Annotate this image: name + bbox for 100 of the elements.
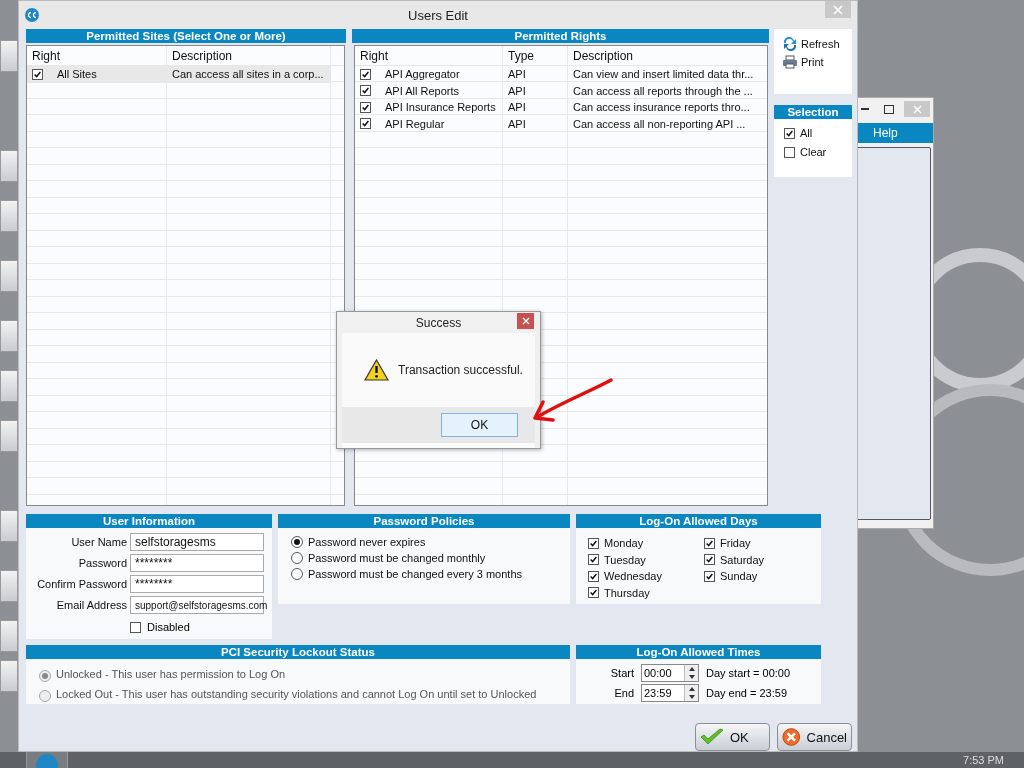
field-label: User Name bbox=[70, 536, 127, 548]
column-header[interactable]: Type bbox=[508, 48, 534, 63]
table-cell: Can access all sites in a corp... bbox=[172, 68, 324, 81]
close-icon bbox=[912, 104, 922, 114]
panel-header: Permitted Sites (Select One or More) bbox=[86, 29, 286, 43]
panel-header: Log-On Allowed Times bbox=[636, 645, 761, 659]
checkbox[interactable] bbox=[704, 537, 715, 549]
spin-down-icon[interactable] bbox=[688, 675, 695, 679]
radio-button[interactable] bbox=[291, 536, 303, 548]
printer-icon bbox=[782, 55, 798, 69]
radio-button[interactable] bbox=[291, 568, 303, 580]
dialog-message: Transaction successful. bbox=[398, 363, 523, 377]
spin-down-icon[interactable] bbox=[688, 695, 695, 699]
checkbox-label: Wednesday bbox=[604, 570, 662, 583]
checkbox[interactable] bbox=[784, 146, 795, 158]
checkbox[interactable] bbox=[784, 127, 795, 139]
close-icon bbox=[833, 4, 843, 15]
checkbox[interactable] bbox=[130, 621, 141, 633]
panel-header: Log-On Allowed Days bbox=[639, 514, 758, 528]
toolbar-button[interactable]: Refresh bbox=[782, 37, 840, 51]
maximize-icon bbox=[884, 104, 894, 114]
panel-header: Permitted Rights bbox=[514, 29, 607, 43]
warning-icon bbox=[364, 359, 389, 381]
table-cell: API bbox=[508, 101, 526, 114]
column-header[interactable]: Right bbox=[360, 48, 388, 63]
checkbox-label: Tuesday bbox=[604, 553, 646, 566]
field-label: Password bbox=[77, 557, 127, 569]
time-spinner[interactable]: 23:59 bbox=[641, 684, 699, 702]
input-field[interactable]: selfstoragesms bbox=[130, 533, 264, 551]
field-label: Email Address bbox=[55, 599, 127, 611]
checkbox-label: Clear bbox=[800, 146, 827, 158]
radio-label: Unlocked - This user has permission to Log On bbox=[56, 668, 286, 680]
checkbox[interactable] bbox=[588, 537, 599, 549]
table-cell: API Aggregator bbox=[385, 68, 460, 81]
row-checkbox[interactable] bbox=[360, 68, 371, 80]
radio-label: Password never expires bbox=[308, 536, 426, 548]
table-cell: API bbox=[508, 117, 526, 130]
table-cell: Can access all non-reporting API ... bbox=[573, 117, 746, 130]
row-checkbox[interactable] bbox=[360, 118, 371, 130]
field-label: Start bbox=[609, 667, 634, 679]
refresh-icon bbox=[782, 37, 798, 51]
row-checkbox[interactable] bbox=[360, 85, 371, 97]
ok-button[interactable]: OK bbox=[695, 723, 770, 751]
row-checkbox[interactable] bbox=[360, 101, 371, 113]
input-field[interactable]: ******** bbox=[130, 575, 264, 593]
checkbox-label: Disabled bbox=[147, 621, 190, 633]
checkbox-label: Thursday bbox=[604, 586, 650, 599]
table-cell: API bbox=[508, 68, 526, 81]
radio-label: Password must be changed every 3 months bbox=[308, 568, 522, 580]
time-note: Day start = 00:00 bbox=[706, 667, 792, 679]
panel-header: PCI Security Lockout Status bbox=[221, 645, 375, 659]
table-cell: API Regular bbox=[385, 117, 445, 130]
checkbox[interactable] bbox=[588, 587, 599, 599]
checkbox[interactable] bbox=[704, 554, 715, 566]
table-cell: Can access all reports through the ... bbox=[573, 84, 753, 97]
table-cell: API bbox=[508, 84, 526, 97]
checkbox[interactable] bbox=[704, 570, 715, 582]
app-logo-icon bbox=[25, 7, 39, 22]
close-icon bbox=[521, 317, 530, 325]
radio-button[interactable] bbox=[291, 552, 303, 564]
window-title: Users Edit bbox=[408, 8, 468, 23]
checkbox-label: All bbox=[800, 127, 813, 139]
cancel-button[interactable]: Cancel bbox=[777, 723, 852, 751]
time-note: Day end = 23:59 bbox=[706, 687, 789, 699]
dialog-title: Success bbox=[415, 315, 462, 330]
toolbar-button[interactable]: Print bbox=[782, 55, 824, 69]
close-button[interactable] bbox=[517, 313, 534, 329]
radio-label: Password must be changed monthly bbox=[308, 552, 486, 564]
time-spinner[interactable]: 00:00 bbox=[641, 664, 699, 682]
row-checkbox[interactable] bbox=[32, 68, 43, 80]
panel-header: Password Policies bbox=[373, 514, 475, 528]
checkbox[interactable] bbox=[588, 570, 599, 582]
column-header[interactable]: Description bbox=[573, 48, 634, 63]
menu-item[interactable]: Help bbox=[873, 126, 898, 140]
taskbar-clock: 7:53 PM bbox=[963, 754, 1004, 766]
radio-label: Locked Out - This user has outstanding security violations and cannot Log On until set to Unlocked bbox=[56, 688, 537, 700]
column-header[interactable]: Right bbox=[32, 48, 60, 63]
column-header[interactable]: Description bbox=[172, 48, 233, 63]
field-label: End bbox=[613, 687, 634, 699]
panel-header: Selection bbox=[787, 105, 839, 119]
spin-up-icon[interactable] bbox=[688, 667, 695, 671]
table-cell: Can view and insert limited data thr... bbox=[573, 68, 754, 81]
checkmark-icon bbox=[700, 728, 724, 746]
panel-header: User Information bbox=[103, 514, 195, 528]
table-cell: API All Reports bbox=[385, 84, 459, 97]
minimize-icon bbox=[861, 108, 869, 110]
checkbox-label: Friday bbox=[720, 537, 751, 550]
checkbox-label: Monday bbox=[604, 537, 644, 550]
table-cell: All Sites bbox=[57, 68, 97, 81]
table-cell: API Insurance Reports bbox=[385, 101, 496, 114]
checkbox-label: Saturday bbox=[720, 553, 765, 566]
checkbox[interactable] bbox=[588, 554, 599, 566]
cancel-icon bbox=[782, 727, 801, 747]
table-row[interactable]: All Sites Can access all sites in a corp... bbox=[27, 66, 330, 83]
input-field[interactable]: ******** bbox=[130, 554, 264, 572]
checkbox-label: Sunday bbox=[720, 570, 758, 583]
table-cell: Can access insurance reports thro... bbox=[573, 101, 750, 114]
ok-button[interactable]: OK bbox=[441, 413, 518, 437]
field-label: Confirm Password bbox=[36, 578, 127, 590]
spin-up-icon[interactable] bbox=[688, 687, 695, 691]
